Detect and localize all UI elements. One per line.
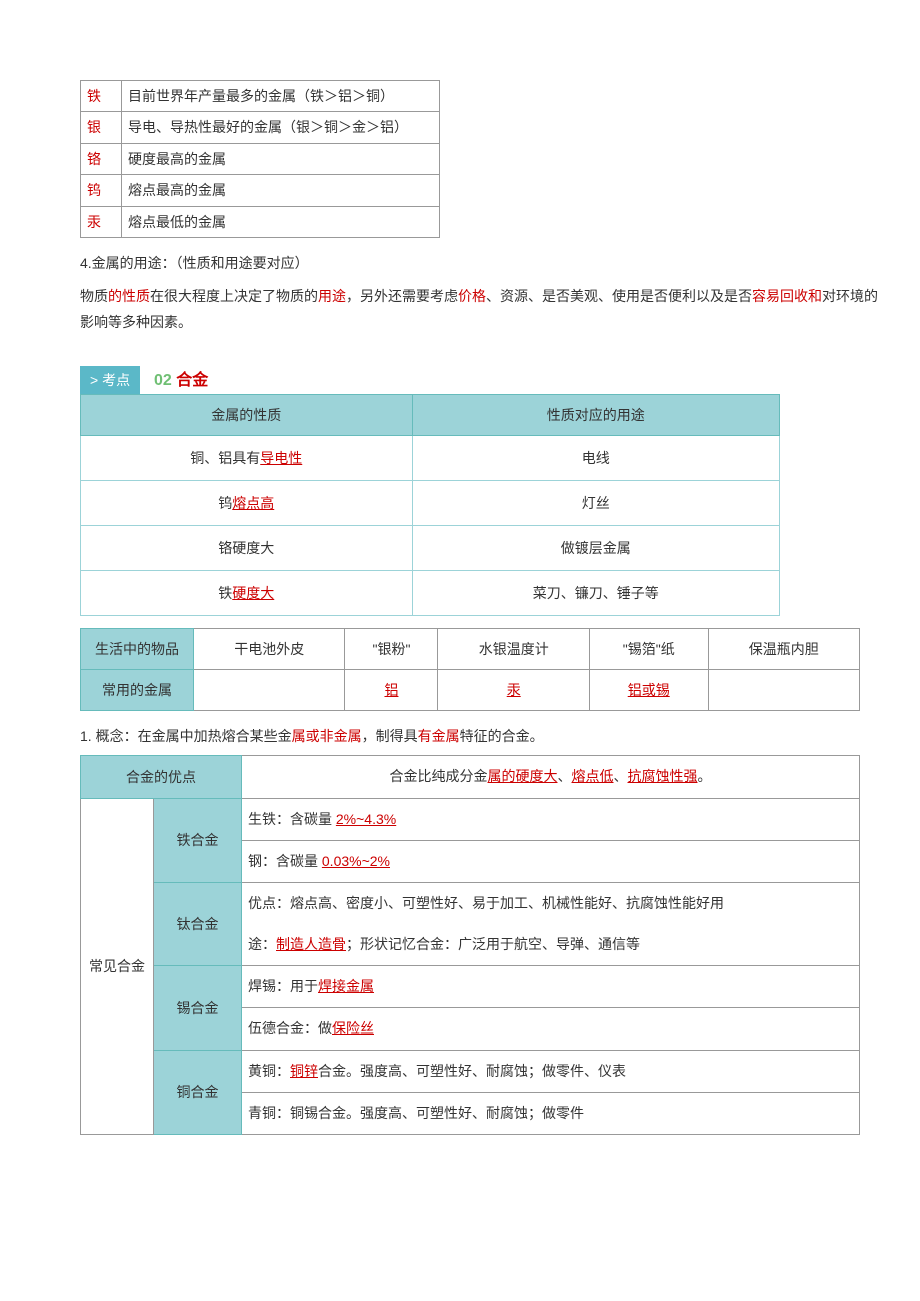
- metal-desc: 熔点最低的金属: [122, 206, 440, 237]
- alloy-advantage-desc: 合金比纯成分金属的硬度大、熔点低、抗腐蚀性强。: [242, 756, 860, 798]
- alloy-desc: 钢：含碳量 0.03%~2%: [242, 840, 860, 882]
- alloy-advantage-header: 合金的优点: [81, 756, 242, 798]
- alloy-name-ti: 钛合金: [154, 882, 242, 965]
- col-header-use: 性质对应的用途: [412, 394, 780, 435]
- col-header-property: 金属的性质: [81, 394, 413, 435]
- alloy-desc: 伍德合金：做保险丝: [242, 1008, 860, 1050]
- row-label-metals: 常用的金属: [81, 669, 194, 710]
- heading-4: 4.金属的用途：（性质和用途要对应）: [80, 250, 880, 277]
- row-label-items: 生活中的物品: [81, 628, 194, 669]
- use-cell: 灯丝: [412, 480, 780, 525]
- metal-label: 铬: [81, 143, 122, 174]
- alloy-desc: 青铜：铜锡合金。强度高、可塑性好、耐腐蚀；做零件: [242, 1092, 860, 1134]
- common-alloy-label: 常见合金: [81, 798, 154, 1135]
- use-cell: 做镀层金属: [412, 525, 780, 570]
- metal-label: 汞: [81, 206, 122, 237]
- property-cell: 铜、铝具有导电性: [81, 435, 413, 480]
- metal-desc: 导电、导热性最好的金属（银＞铜＞金＞铝）: [122, 112, 440, 143]
- metal-facts-table: 铁目前世界年产量最多的金属（铁＞铝＞铜） 银导电、导热性最好的金属（银＞铜＞金＞…: [80, 80, 440, 238]
- concept-line: 1. 概念：在金属中加热熔合某些金属或非金属，制得具有金属特征的合金。: [80, 723, 880, 750]
- metal-cell: 铝或锡: [589, 669, 708, 710]
- alloy-desc: 生铁：含碳量 2%~4.3%: [242, 798, 860, 840]
- property-cell: 铁硬度大: [81, 570, 413, 615]
- metal-desc: 硬度最高的金属: [122, 143, 440, 174]
- metal-desc: 目前世界年产量最多的金属（铁＞铝＞铜）: [122, 81, 440, 112]
- metal-cell: [708, 669, 860, 710]
- alloy-desc: 途：制造人造骨；形状记忆合金：广泛用于航空、导弹、通信等: [242, 924, 860, 966]
- daily-items-table: 生活中的物品 干电池外皮 "银粉" 水银温度计 "锡箔"纸 保温瓶内胆 常用的金…: [80, 628, 860, 711]
- alloy-desc: 焊锡：用于焊接金属: [242, 966, 860, 1008]
- metal-cell: [194, 669, 345, 710]
- section-title: 02 合金: [154, 366, 208, 390]
- section-header: > 考点 02 合金: [80, 366, 880, 394]
- metal-label: 钨: [81, 175, 122, 206]
- metal-label: 铁: [81, 81, 122, 112]
- metal-cell: 铝: [345, 669, 438, 710]
- alloy-desc: 黄铜：铜锌合金。强度高、可塑性好、耐腐蚀；做零件、仪表: [242, 1050, 860, 1092]
- alloy-table: 合金的优点 合金比纯成分金属的硬度大、熔点低、抗腐蚀性强。 常见合金 铁合金 生…: [80, 755, 860, 1135]
- item-cell: "锡箔"纸: [589, 628, 708, 669]
- metal-label: 银: [81, 112, 122, 143]
- metal-cell: 汞: [438, 669, 589, 710]
- item-cell: 水银温度计: [438, 628, 589, 669]
- property-cell: 铬硬度大: [81, 525, 413, 570]
- alloy-name-iron: 铁合金: [154, 798, 242, 882]
- use-cell: 菜刀、镰刀、锤子等: [412, 570, 780, 615]
- item-cell: 干电池外皮: [194, 628, 345, 669]
- alloy-name-tin: 锡合金: [154, 966, 242, 1050]
- alloy-desc: 优点：熔点高、密度小、可塑性好、易于加工、机械性能好、抗腐蚀性能好用: [242, 882, 860, 924]
- property-use-table: 金属的性质 性质对应的用途 铜、铝具有导电性 电线 钨熔点高 灯丝 铬硬度大 做…: [80, 394, 780, 616]
- exam-point-tag: > 考点: [80, 366, 140, 394]
- property-cell: 钨熔点高: [81, 480, 413, 525]
- item-cell: "银粉": [345, 628, 438, 669]
- paragraph-uses: 物质的性质在很大程度上决定了物质的用途，另外还需要考虑价格、资源、是否美观、使用…: [80, 283, 880, 336]
- alloy-name-cu: 铜合金: [154, 1050, 242, 1134]
- use-cell: 电线: [412, 435, 780, 480]
- item-cell: 保温瓶内胆: [708, 628, 860, 669]
- metal-desc: 熔点最高的金属: [122, 175, 440, 206]
